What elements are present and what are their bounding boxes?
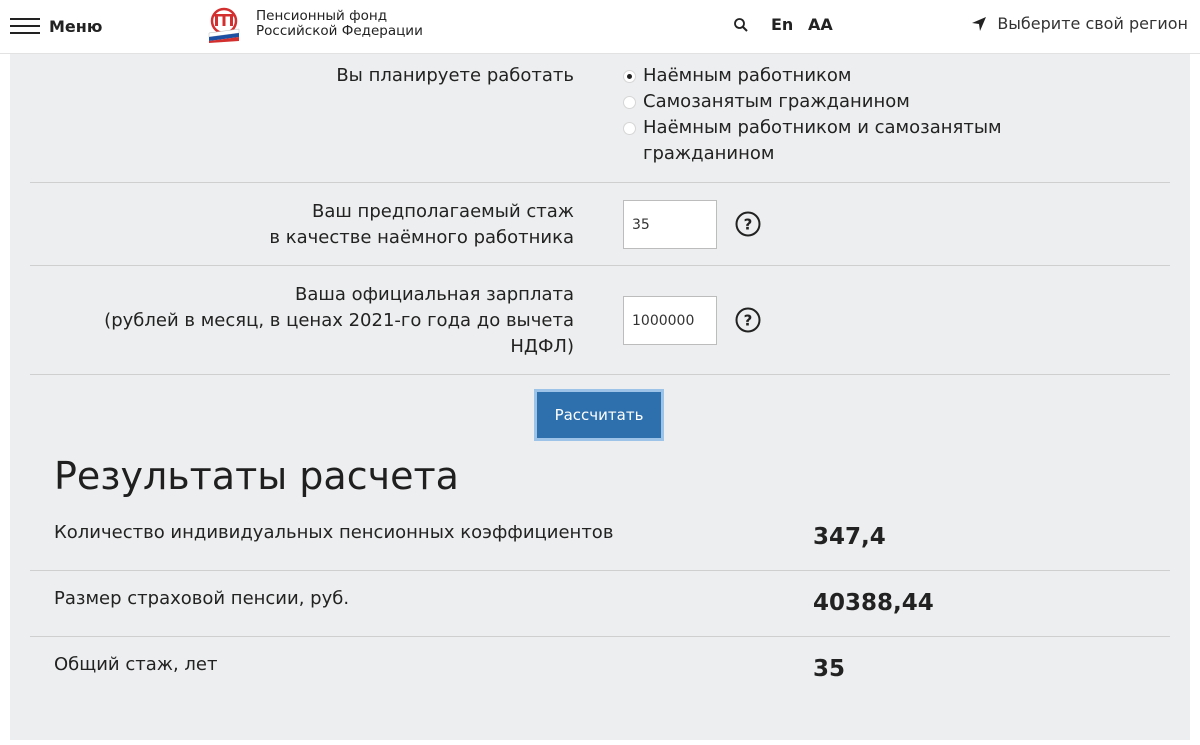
brand-name: Пенсионный фонд Российской Федерации	[256, 7, 423, 39]
menu-button[interactable]: Меню	[10, 14, 102, 38]
result-coefficients-value: 347,4	[813, 524, 886, 550]
result-experience-label: Общий стаж, лет	[54, 654, 218, 675]
salary-label-line-2: (рублей в месяц, в ценах 2021-го года до…	[104, 310, 574, 331]
search-icon[interactable]	[733, 17, 749, 33]
radio-button-checked[interactable]	[623, 70, 636, 83]
result-pension-value: 40388,44	[813, 590, 934, 616]
divider	[30, 636, 1170, 637]
salary-label: Ваша официальная зарплата (рублей в меся…	[104, 282, 574, 360]
menu-label: Меню	[49, 16, 103, 36]
hamburger-icon	[10, 17, 40, 35]
pfr-logo-icon	[208, 7, 240, 43]
radio-button[interactable]	[623, 96, 636, 109]
site-header: Меню Пенсионный фонд Российской Федераци…	[0, 0, 1200, 54]
help-question-icon[interactable]: ?	[735, 307, 761, 333]
experience-label: Ваш предполагаемый стаж в качестве наёмн…	[269, 199, 574, 251]
radio-employee-label: Наёмным работником	[643, 65, 852, 86]
result-coefficients-label: Количество индивидуальных пенсионных коэ…	[54, 522, 614, 543]
result-pension-label: Размер страховой пенсии, руб.	[54, 588, 350, 609]
language-switch-link[interactable]: En	[771, 15, 793, 34]
radio-employee[interactable]: Наёмным работником	[623, 63, 1002, 89]
salary-input[interactable]	[623, 296, 717, 345]
svg-text:?: ?	[744, 312, 753, 330]
experience-label-line-2: в качестве наёмного работника	[269, 227, 574, 248]
experience-input[interactable]	[623, 200, 717, 249]
work-type-label: Вы планируете работать	[336, 65, 574, 86]
brand-line-2: Российской Федерации	[256, 23, 423, 39]
calculator-panel: Вы планируете работать Наёмным работнико…	[10, 54, 1190, 740]
calculate-button[interactable]: Рассчитать	[534, 389, 664, 441]
divider	[30, 570, 1170, 571]
divider	[30, 182, 1170, 183]
radio-self-employed[interactable]: Самозанятым гражданином	[623, 89, 1002, 115]
region-selector[interactable]: Выберите свой регион	[971, 14, 1188, 33]
brand-logo-link[interactable]: Пенсионный фонд Российской Федерации	[206, 7, 423, 43]
salary-label-line-3: НДФЛ)	[510, 336, 574, 357]
work-type-radio-group: Наёмным работником Самозанятым гражданин…	[623, 63, 1002, 167]
results-title: Результаты расчета	[54, 454, 459, 498]
radio-employee-and-self-employed[interactable]: Наёмным работником и самозанятым граждан…	[623, 115, 1002, 167]
radio-button[interactable]	[623, 122, 636, 135]
divider	[30, 374, 1170, 375]
brand-line-1: Пенсионный фонд	[256, 8, 388, 24]
result-experience-value: 35	[813, 656, 846, 682]
help-question-icon[interactable]: ?	[735, 211, 761, 237]
salary-label-line-1: Ваша официальная зарплата	[295, 284, 574, 305]
radio-both-label-line-1: Наёмным работником и самозанятым	[643, 117, 1002, 138]
divider	[30, 265, 1170, 266]
radio-self-employed-label: Самозанятым гражданином	[643, 91, 910, 112]
font-size-toggle[interactable]: AA	[808, 15, 833, 34]
experience-label-line-1: Ваш предполагаемый стаж	[311, 201, 574, 222]
svg-text:?: ?	[744, 216, 753, 234]
location-arrow-icon	[972, 16, 987, 31]
region-label: Выберите свой регион	[997, 14, 1188, 33]
radio-both-label-line-2: гражданином	[643, 143, 775, 164]
